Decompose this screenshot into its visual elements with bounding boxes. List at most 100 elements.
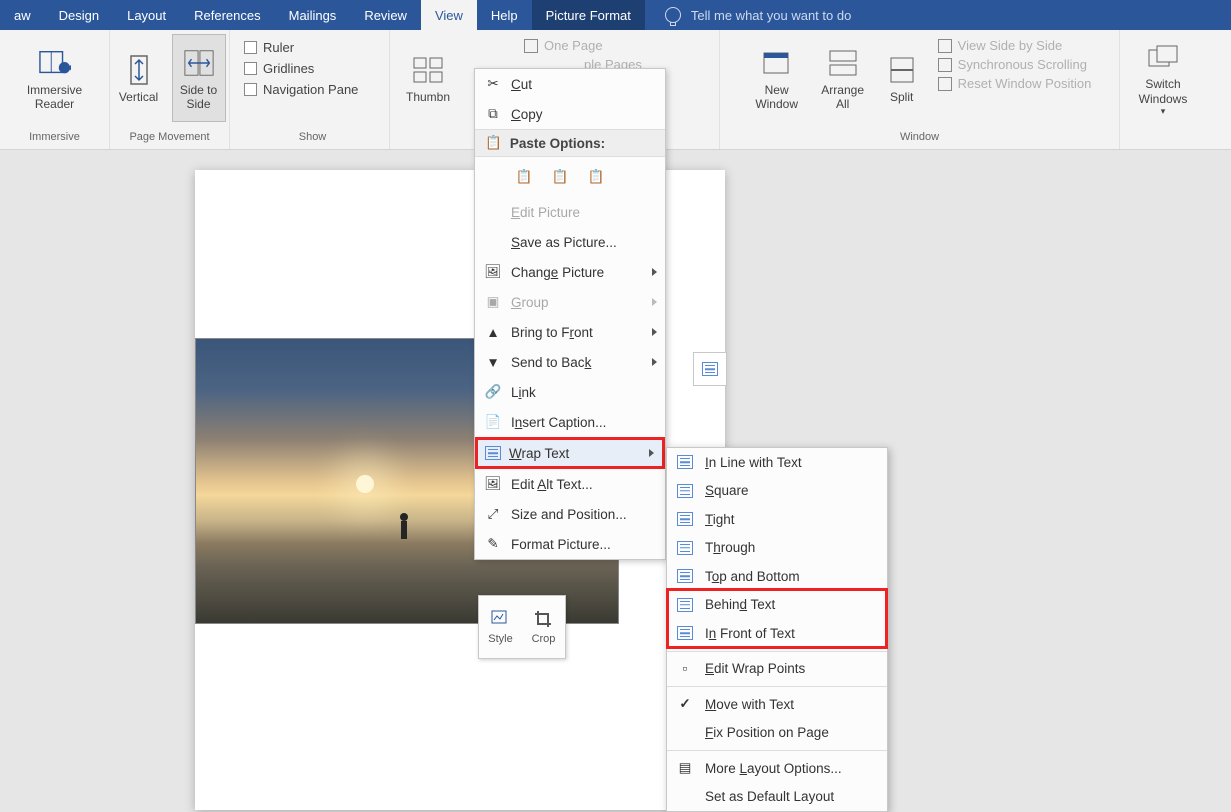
format-icon: ✎	[483, 534, 503, 554]
checkbox-icon	[244, 41, 257, 54]
synchronous-scrolling-button[interactable]: Synchronous Scrolling	[938, 57, 1092, 72]
fix-position-item[interactable]: Fix Position on Page	[667, 719, 887, 748]
group-icon: ▣	[483, 292, 503, 312]
vertical-label: Vertical	[119, 90, 158, 104]
save-as-picture-menu-item[interactable]: Save as Picture...	[475, 227, 665, 257]
checkbox-icon	[244, 83, 257, 96]
tab-review[interactable]: Review	[350, 0, 421, 30]
tight-icon	[675, 509, 695, 529]
immersive-reader-label: Immersive Reader	[10, 83, 100, 112]
wrap-text-submenu: In Line with Text Square Tight Through T…	[666, 447, 888, 812]
group-label-show: Show	[299, 131, 327, 147]
paste-picture-icon[interactable]: 📋	[583, 164, 609, 190]
more-layout-icon: ▤	[675, 758, 695, 778]
crop-icon	[534, 610, 554, 630]
link-icon: 🔗	[483, 382, 503, 402]
cut-menu-item[interactable]: ✂Cut	[475, 69, 665, 99]
picture-mini-toolbar: Style Crop	[478, 595, 566, 659]
size-position-menu-item[interactable]: ⤢Size and Position...	[475, 499, 665, 529]
top-bottom-item[interactable]: Top and Bottom	[667, 562, 887, 591]
scissors-icon: ✂	[483, 74, 503, 94]
change-picture-menu-item[interactable]: 🖼Change Picture	[475, 257, 665, 287]
front-text-icon	[675, 623, 695, 643]
size-icon: ⤢	[483, 504, 503, 524]
tab-help[interactable]: Help	[477, 0, 532, 30]
through-item[interactable]: Through	[667, 534, 887, 563]
tight-item[interactable]: Tight	[667, 505, 887, 534]
group-label-page-movement: Page Movement	[129, 131, 209, 147]
in-front-of-text-item[interactable]: In Front of Text	[667, 619, 887, 648]
vertical-button[interactable]: Vertical	[114, 34, 164, 122]
edit-alt-text-menu-item[interactable]: 🖼Edit Alt Text...	[475, 469, 665, 499]
paste-keep-formatting-icon[interactable]: 📋	[511, 164, 537, 190]
tab-picture-format[interactable]: Picture Format	[532, 0, 645, 30]
switch-windows-icon	[1147, 41, 1179, 73]
caption-icon: 📄	[483, 412, 503, 432]
copy-menu-item[interactable]: ⧉Copy	[475, 99, 665, 129]
checkbox-icon	[244, 62, 257, 75]
insert-caption-menu-item[interactable]: 📄Insert Caption...	[475, 407, 665, 437]
change-picture-icon: 🖼	[483, 262, 503, 282]
wrap-text-menu-item[interactable]: Wrap Text	[475, 437, 665, 469]
reset-window-position-button[interactable]: Reset Window Position	[938, 76, 1092, 91]
side-by-side-icon	[938, 39, 952, 53]
side-to-side-icon	[183, 47, 215, 79]
style-icon	[491, 610, 511, 630]
vertical-icon	[123, 54, 155, 86]
view-side-by-side-button[interactable]: View Side by Side	[938, 38, 1092, 53]
tab-draw[interactable]: aw	[0, 0, 45, 30]
side-to-side-button[interactable]: Side to Side	[172, 34, 226, 122]
tab-layout[interactable]: Layout	[113, 0, 180, 30]
square-icon	[675, 481, 695, 501]
tab-references[interactable]: References	[180, 0, 274, 30]
group-label-window: Window	[900, 131, 939, 147]
one-page-button[interactable]: One Page	[524, 38, 642, 53]
square-item[interactable]: Square	[667, 477, 887, 506]
wrap-points-icon: ▫	[675, 659, 695, 679]
thumbnails-button[interactable]: Thumbn	[398, 34, 458, 122]
immersive-reader-button[interactable]: Immersive Reader	[10, 34, 100, 122]
inline-with-text-item[interactable]: In Line with Text	[667, 448, 887, 477]
link-menu-item[interactable]: 🔗Link	[475, 377, 665, 407]
tab-mailings[interactable]: Mailings	[275, 0, 351, 30]
behind-text-item[interactable]: Behind Text	[667, 591, 887, 620]
arrange-all-icon	[827, 47, 859, 79]
ribbon-tab-bar: aw Design Layout References Mailings Rev…	[0, 0, 1231, 30]
set-default-layout-item[interactable]: Set as Default Layout	[667, 783, 887, 812]
sun-glow	[356, 475, 374, 493]
send-back-icon: ▼	[483, 352, 503, 372]
layout-options-button[interactable]	[693, 352, 727, 386]
inline-icon	[675, 452, 695, 472]
wrap-text-icon	[483, 443, 503, 463]
side-to-side-label: Side to Side	[173, 83, 225, 112]
crop-button[interactable]: Crop	[522, 596, 565, 658]
split-icon	[886, 54, 918, 86]
move-with-text-item[interactable]: ✓Move with Text	[667, 690, 887, 719]
tell-me-search[interactable]: Tell me what you want to do	[645, 0, 1231, 30]
paste-options-row: 📋 📋 📋	[475, 157, 665, 197]
paste-merge-icon[interactable]: 📋	[547, 164, 573, 190]
copy-icon: ⧉	[483, 104, 503, 124]
arrange-all-button[interactable]: Arrange All	[814, 34, 872, 122]
switch-windows-button[interactable]: Switch Windows▾	[1128, 34, 1198, 122]
navigation-pane-checkbox[interactable]: Navigation Pane	[244, 82, 358, 97]
bring-to-front-menu-item[interactable]: ▲Bring to Front	[475, 317, 665, 347]
ruler-checkbox[interactable]: Ruler	[244, 40, 294, 55]
more-layout-options-item[interactable]: ▤More Layout Options...	[667, 754, 887, 783]
style-button[interactable]: Style	[479, 596, 522, 658]
edit-wrap-points-item[interactable]: ▫Edit Wrap Points	[667, 655, 887, 684]
group-label-immersive: Immersive	[29, 131, 80, 147]
silhouette	[399, 513, 409, 543]
group-menu-item: ▣Group	[475, 287, 665, 317]
bring-front-icon: ▲	[483, 322, 503, 342]
tab-design[interactable]: Design	[45, 0, 113, 30]
tell-me-placeholder: Tell me what you want to do	[691, 8, 851, 23]
tab-view[interactable]: View	[421, 0, 477, 30]
new-window-button[interactable]: New Window	[748, 34, 806, 122]
split-button[interactable]: Split	[880, 34, 924, 122]
format-picture-menu-item[interactable]: ✎Format Picture...	[475, 529, 665, 559]
gridlines-checkbox[interactable]: Gridlines	[244, 61, 314, 76]
picture-context-menu: ✂Cut ⧉Copy 📋Paste Options: 📋 📋 📋 Edit Pi…	[474, 68, 666, 560]
send-to-back-menu-item[interactable]: ▼Send to Back	[475, 347, 665, 377]
sync-scroll-icon	[938, 58, 952, 72]
